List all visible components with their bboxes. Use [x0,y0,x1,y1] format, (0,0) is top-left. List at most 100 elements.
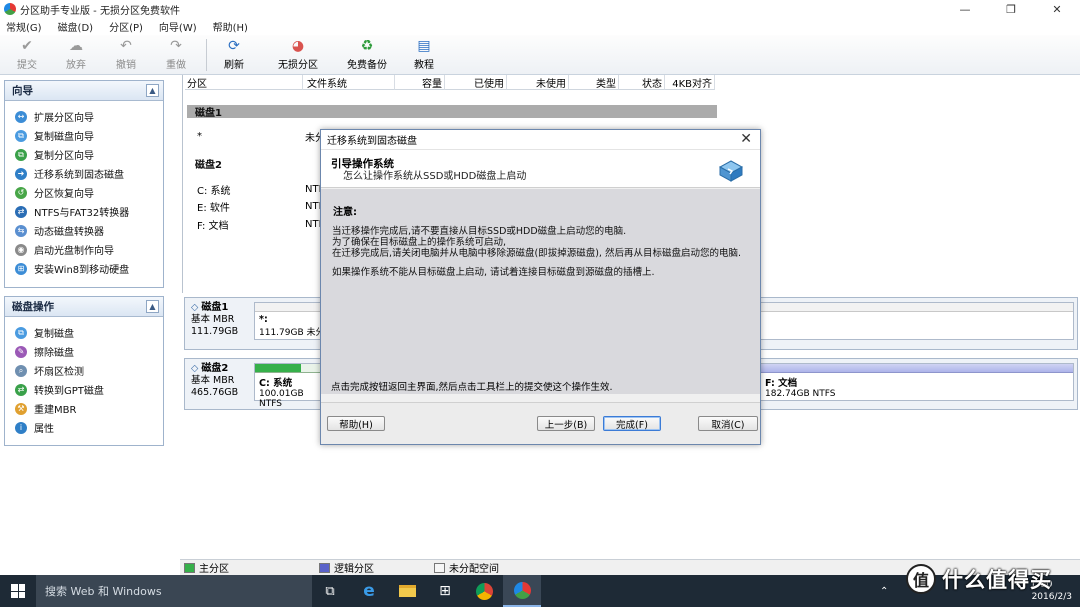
op-convert-gpt[interactable]: ⇄ 转换到GPT磁盘 [5,380,163,399]
disk1-unallocated-name[interactable]: * [197,129,202,143]
disk2-label: ◇ 磁盘2 基本 MBR 465.76GB [191,363,238,399]
partition-c-segment[interactable]: C: 系统 100.01GB NTFS [254,363,322,409]
op-wipe-disk[interactable]: ✎ 擦除磁盘 [5,342,163,361]
partition-e-name[interactable]: E: 软件 [197,199,230,214]
watermark: 值 什么值得买 [906,561,1078,597]
wizard-copy-partition[interactable]: ⧉ 复制分区向导 [5,145,163,164]
wizard-copy-disk[interactable]: ⧉ 复制磁盘向导 [5,126,163,145]
menu-disk[interactable]: 磁盘(D) [58,19,94,34]
finish-button[interactable]: 完成(F) [603,416,661,431]
edge-button[interactable]: e [350,575,388,607]
start-button[interactable] [0,575,36,607]
wizard-item-label: 分区恢复向导 [34,189,94,200]
submit-button[interactable]: ✔ 提交 [5,38,49,72]
partition-f-segment[interactable]: F: 文档 182.74GB NTFS [760,363,1074,401]
wizard-item-label: 复制磁盘向导 [34,132,94,143]
wizard-item-label: 迁移系统到固态磁盘 [34,170,124,181]
op-item-label: 坏扇区检测 [34,367,84,378]
file-explorer-button[interactable] [388,575,426,607]
wizard-dynamic-disk[interactable]: ⇆ 动态磁盘转换器 [5,221,163,240]
disk2-type: 基本 MBR [191,375,235,386]
usage-bar [255,364,321,373]
redo-button[interactable]: ↷ 重做 [154,38,198,72]
partition-f-name[interactable]: F: 文档 [197,217,229,232]
chrome-button[interactable] [465,575,503,607]
col-partition[interactable]: 分区 [185,75,303,90]
free-backup-button[interactable]: ♻ 免费备份 [345,38,389,72]
wizard-partition-recovery[interactable]: ↺ 分区恢复向导 [5,183,163,202]
menu-help[interactable]: 帮助(H) [213,19,248,34]
cancel-button[interactable]: 取消(C) [698,416,758,431]
menu-partition[interactable]: 分区(P) [109,19,143,34]
op-item-label: 转换到GPT磁盘 [34,386,104,397]
op-bad-sector[interactable]: ⌕ 坏扇区检测 [5,361,163,380]
discard-button[interactable]: ☁ 放弃 [54,38,98,72]
collapse-icon[interactable]: ▲ [146,300,159,313]
convert-gpt-icon: ⇄ [15,383,27,396]
collapse-icon[interactable]: ▲ [146,84,159,97]
menu-bar: 常规(G) 磁盘(D) 分区(P) 向导(W) 帮助(H) [0,18,1080,35]
wizard-ntfs-fat32[interactable]: ⇄ NTFS与FAT32转换器 [5,202,163,221]
back-button[interactable]: 上一步(B) [537,416,595,431]
partition-f-info: 182.74GB NTFS [765,389,836,399]
copy-disk-icon: ⧉ [15,326,27,339]
disk-ops-panel-title: 磁盘操作 [12,301,54,313]
col-used[interactable]: 已使用 [445,75,507,90]
partition-c-info: 100.01GB NTFS [259,389,304,409]
wizard-win8-usb[interactable]: ⊞ 安装Win8到移动硬盘 [5,259,163,278]
windows-logo-icon [11,584,25,598]
store-button[interactable]: ⊞ [426,575,464,607]
col-filesystem[interactable]: 文件系统 [303,75,395,90]
menu-wizard[interactable]: 向导(W) [159,19,197,34]
disk2-name: 磁盘2 [201,363,229,374]
minimize-button[interactable]: — [942,0,988,18]
wizard-extend-partition[interactable]: ↔ 扩展分区向导 [5,107,163,126]
col-capacity[interactable]: 容量 [395,75,445,90]
refresh-icon: ⟳ [228,38,240,54]
col-unused[interactable]: 未使用 [507,75,569,90]
col-4k-align[interactable]: 4KB对齐 [665,75,715,90]
op-properties[interactable]: i 属性 [5,418,163,437]
task-view-button[interactable]: ⧉ [311,575,349,607]
chevron-up-icon[interactable]: ⌃ [880,586,888,597]
partition-assistant-taskbar-button[interactable] [503,575,541,607]
restore-button[interactable]: ❐ [988,0,1034,18]
dialog-footer-text: 点击完成按钮返回主界面,然后点击工具栏上的提交使这个操作生效. [331,382,613,393]
close-button[interactable]: ✕ [1034,0,1080,18]
app-icon [4,3,16,15]
partition-icon: ◕ [291,38,305,54]
disk-ops-panel: 磁盘操作 ▲ ⧉ 复制磁盘 ✎ 擦除磁盘 ⌕ 坏扇区检测 ⇄ 转换到GPT磁盘 ⚒ 重建M… [4,296,164,446]
refresh-button[interactable]: ⟳ 刷新 [212,38,256,72]
dialog-body: 注意: 当迁移操作完成后,请不要直接从目标SSD或HDD磁盘上启动您的电脑. 为… [321,189,760,394]
migrate-icon: ➜ [15,167,27,180]
legend-primary-label: 主分区 [199,564,229,575]
unallocated-swatch [434,562,445,573]
partition-c-name[interactable]: C: 系统 [197,182,231,197]
wizard-panel-title: 向导 [12,85,33,97]
taskbar-search[interactable]: 搜索 Web 和 Windows [36,575,312,607]
wizard-boot-cd[interactable]: ◉ 启动光盘制作向导 [5,240,163,259]
wizard-migrate-ssd[interactable]: ➜ 迁移系统到固态磁盘 [5,164,163,183]
op-item-label: 属性 [34,424,54,435]
op-copy-disk[interactable]: ⧉ 复制磁盘 [5,323,163,342]
copy-disk-icon: ⧉ [15,129,27,142]
note-title: 注意: [333,207,357,218]
lossless-partition-button[interactable]: ◕ 无损分区 [276,38,320,72]
col-status[interactable]: 状态 [619,75,665,90]
col-type[interactable]: 类型 [569,75,619,90]
partition-f-title: F: 文档 [765,378,798,389]
legend-logical: 逻辑分区 [319,560,374,575]
menu-general[interactable]: 常规(G) [6,19,42,34]
op-rebuild-mbr[interactable]: ⚒ 重建MBR [5,399,163,418]
disk-ops-panel-header: 磁盘操作 ▲ [5,297,163,317]
toolbar-separator [206,39,207,71]
legend-primary: 主分区 [184,560,229,575]
tutorial-button[interactable]: ▤ 教程 [402,38,446,72]
dialog-close-icon[interactable]: ✕ [740,131,752,147]
op-item-label: 重建MBR [34,405,77,416]
help-button[interactable]: 帮助(H) [327,416,385,431]
disk1-name: 磁盘1 [201,302,229,313]
disk1-row[interactable]: 磁盘1 [187,105,717,119]
chrome-icon [475,582,493,600]
undo-button[interactable]: ↶ 撤销 [104,38,148,72]
